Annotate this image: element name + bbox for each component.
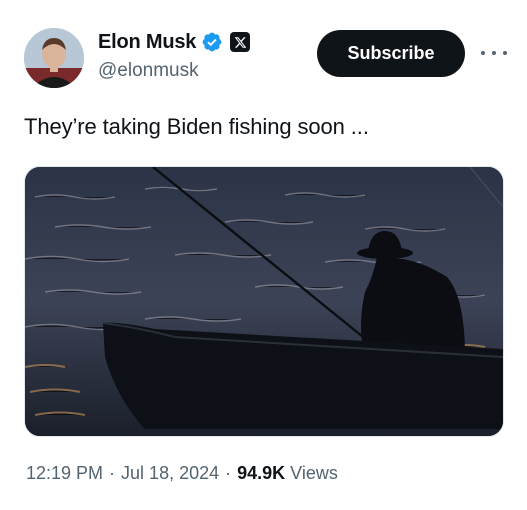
verified-badge-icon[interactable] (201, 31, 223, 53)
author-names: Elon Musk @elonmusk (98, 30, 251, 82)
meta-separator: · (109, 463, 116, 483)
fishing-boat-photo-icon (25, 167, 503, 436)
tweet-card: Elon Musk @elonmusk Subscribe They’re ta… (0, 0, 527, 510)
meta-separator: · (225, 463, 232, 483)
more-icon[interactable] (481, 44, 507, 62)
x-affiliation-icon[interactable] (230, 32, 251, 52)
x-logo-icon (234, 36, 247, 48)
author-display-name[interactable]: Elon Musk (98, 31, 196, 54)
subscribe-button[interactable]: Subscribe (317, 30, 465, 77)
views-label: Views (290, 463, 338, 483)
tweet-media-photo[interactable] (24, 166, 504, 437)
dot (481, 51, 485, 55)
tweet-date[interactable]: Jul 18, 2024 (121, 463, 219, 484)
author-handle[interactable]: @elonmusk (98, 60, 250, 82)
name-row: Elon Musk (98, 30, 251, 54)
views-count[interactable]: 94.9K (237, 463, 285, 484)
author-avatar[interactable] (24, 28, 84, 88)
tweet-meta: 12:19 PM · Jul 18, 2024 · 94.9K Views (26, 463, 338, 484)
dot (492, 51, 496, 55)
tweet-text: They’re taking Biden fishing soon ... (24, 114, 369, 139)
tweet-time[interactable]: 12:19 PM (26, 463, 103, 484)
avatar-photo-icon (24, 28, 84, 88)
dot (503, 51, 507, 55)
